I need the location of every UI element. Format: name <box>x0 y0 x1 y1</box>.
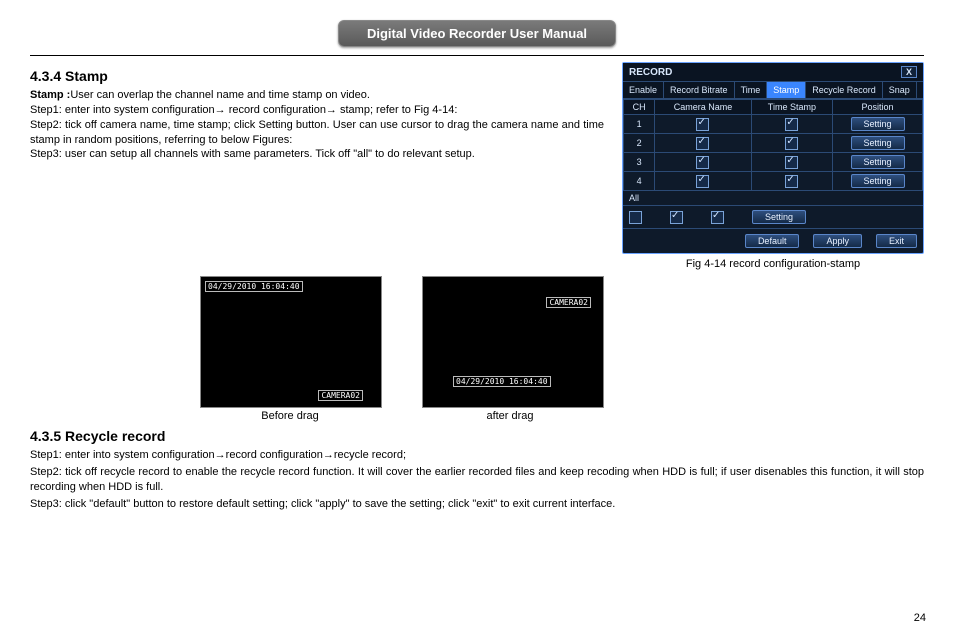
camera-overlay: CAMERA02 <box>318 390 363 401</box>
window-title: RECORD <box>629 67 672 78</box>
setting-button-3[interactable]: Setting <box>851 155 905 169</box>
checkbox-timestamp-3[interactable] <box>785 156 798 169</box>
thumb-label-before: Before drag <box>200 410 380 422</box>
col-camera-name: Camera Name <box>655 100 751 115</box>
stamp-step1: Step1: enter into system configuration→ … <box>30 103 604 118</box>
all-label: All <box>623 191 923 205</box>
window-footer: Default Apply Exit <box>623 228 923 253</box>
tab-stamp[interactable]: Stamp <box>767 82 806 98</box>
tab-bar: Enable Record Bitrate Time Stamp Recycle… <box>623 82 923 99</box>
checkbox-camname-4[interactable] <box>696 175 709 188</box>
checkbox-all-master[interactable] <box>629 211 642 224</box>
camera-overlay: CAMERA02 <box>546 297 591 308</box>
record-window: RECORD X Enable Record Bitrate Time Stam… <box>622 62 924 254</box>
apply-button[interactable]: Apply <box>813 234 862 248</box>
exit-button[interactable]: Exit <box>876 234 917 248</box>
setting-button-4[interactable]: Setting <box>851 174 905 188</box>
checkbox-all-camname[interactable] <box>670 211 683 224</box>
thumb-before: 04/29/2010 16:04:40 CAMERA02 <box>200 276 382 408</box>
manual-title: Digital Video Recorder User Manual <box>338 20 616 47</box>
checkbox-all-timestamp[interactable] <box>711 211 724 224</box>
tab-snap[interactable]: Snap <box>883 82 917 98</box>
checkbox-timestamp-4[interactable] <box>785 175 798 188</box>
checkbox-camname-2[interactable] <box>696 137 709 150</box>
stamp-intro-text: User can overlap the channel name and ti… <box>70 89 370 101</box>
figure-caption: Fig 4-14 record configuration-stamp <box>622 258 924 270</box>
cell-ch: 2 <box>624 134 655 153</box>
setting-button-1[interactable]: Setting <box>851 117 905 131</box>
tab-recycle-record[interactable]: Recycle Record <box>806 82 883 98</box>
tab-enable[interactable]: Enable <box>623 82 664 98</box>
header-rule <box>30 55 924 56</box>
stamp-label: Stamp : <box>30 89 70 101</box>
thumb-after: CAMERA02 04/29/2010 16:04:40 <box>422 276 604 408</box>
section-435-heading: 4.3.5 Recycle record <box>30 428 924 444</box>
timestamp-overlay: 04/29/2010 16:04:40 <box>205 281 303 292</box>
recycle-step2: Step2: tick off recycle record to enable… <box>30 465 924 495</box>
stamp-step2: Step2: tick off camera name, time stamp;… <box>30 118 604 148</box>
table-row: 3 Setting <box>624 153 923 172</box>
stamp-intro: Stamp :User can overlap the channel name… <box>30 88 604 103</box>
all-row: Setting <box>623 205 923 228</box>
checkbox-timestamp-2[interactable] <box>785 137 798 150</box>
checkbox-timestamp-1[interactable] <box>785 118 798 131</box>
stamp-table: CH Camera Name Time Stamp Position 1 Set… <box>623 99 923 191</box>
timestamp-overlay: 04/29/2010 16:04:40 <box>453 376 551 387</box>
thumb-label-after: after drag <box>420 410 600 422</box>
default-button[interactable]: Default <box>745 234 800 248</box>
setting-button-all[interactable]: Setting <box>752 210 806 224</box>
stamp-step3: Step3: user can setup all channels with … <box>30 147 604 162</box>
close-icon[interactable]: X <box>901 66 917 78</box>
table-row: 4 Setting <box>624 172 923 191</box>
checkbox-camname-3[interactable] <box>696 156 709 169</box>
section-434-heading: 4.3.4 Stamp <box>30 68 604 84</box>
col-ch: CH <box>624 100 655 115</box>
recycle-step1: Step1: enter into system configuration→r… <box>30 448 924 463</box>
tab-record-bitrate[interactable]: Record Bitrate <box>664 82 735 98</box>
recycle-step3: Step3: click "default" button to restore… <box>30 497 924 512</box>
tab-time[interactable]: Time <box>735 82 768 98</box>
setting-button-2[interactable]: Setting <box>851 136 905 150</box>
cell-ch: 4 <box>624 172 655 191</box>
cell-ch: 1 <box>624 115 655 134</box>
col-position: Position <box>833 100 923 115</box>
checkbox-camname-1[interactable] <box>696 118 709 131</box>
page-number: 24 <box>914 612 926 624</box>
col-time-stamp: Time Stamp <box>751 100 833 115</box>
table-row: 2 Setting <box>624 134 923 153</box>
cell-ch: 3 <box>624 153 655 172</box>
table-row: 1 Setting <box>624 115 923 134</box>
